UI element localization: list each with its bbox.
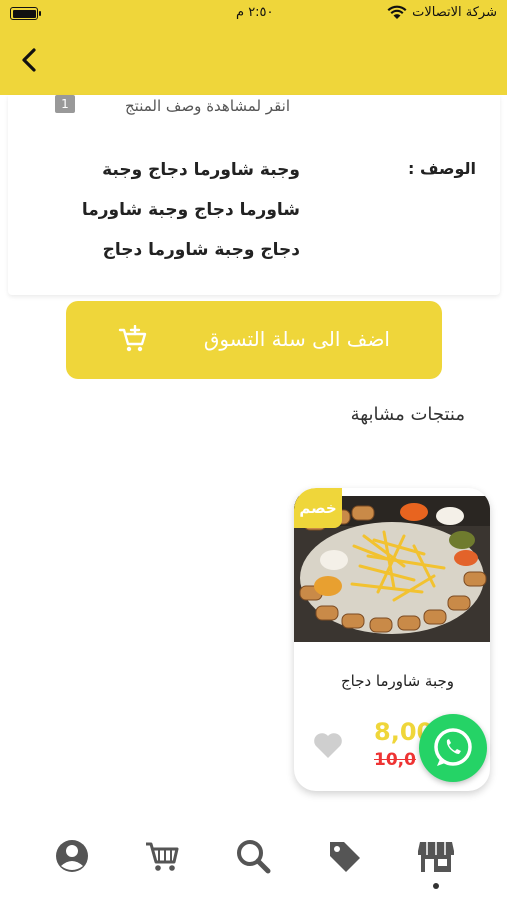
cart-icon[interactable] — [142, 836, 182, 876]
cart-plus-icon — [118, 325, 147, 352]
product-name: وجبة شاورما دجاج — [340, 672, 454, 690]
carrier-name: شركة الاتصالات — [412, 5, 497, 20]
description-text: وجبة شاورما دجاج وجبة شاورما دجاج وجبة ش… — [81, 160, 300, 260]
status-bar: شركة الاتصالات ٢:٥٠ م — [0, 0, 507, 30]
product-price-old: 10,0 — [374, 750, 416, 770]
add-to-cart-label: اضف الى سلة التسوق — [203, 327, 390, 351]
whatsapp-button[interactable] — [419, 714, 487, 782]
active-nav-indicator — [433, 883, 439, 889]
similar-products-title: منتجات مشابهة — [350, 404, 465, 425]
search-icon[interactable] — [233, 836, 273, 876]
profile-icon[interactable] — [52, 836, 92, 876]
wifi-icon — [387, 5, 407, 19]
status-time: ٢:٥٠ م — [236, 5, 274, 20]
tap-hint-text: انقر لمشاهدة وصف المنتج — [125, 97, 290, 115]
tap-hint[interactable]: انقر لمشاهدة وصف المنتج — [125, 97, 290, 115]
description-card: انقر لمشاهدة وصف المنتج 1 الوصف : وجبة ش… — [8, 95, 500, 295]
bottom-nav — [0, 820, 507, 900]
discount-badge: خصم — [294, 488, 342, 528]
app-header: شركة الاتصالات ٢:٥٠ م — [0, 0, 507, 95]
tag-icon[interactable] — [324, 836, 364, 876]
store-icon[interactable] — [416, 836, 456, 876]
heart-icon[interactable] — [312, 730, 344, 760]
back-arrow-icon[interactable] — [12, 42, 48, 78]
whatsapp-icon — [434, 728, 472, 766]
description-label: الوصف : — [407, 159, 476, 178]
tap-hint-badge: 1 — [55, 95, 75, 113]
battery-icon — [10, 7, 41, 20]
add-to-cart-button[interactable]: اضف الى سلة التسوق — [66, 301, 442, 379]
